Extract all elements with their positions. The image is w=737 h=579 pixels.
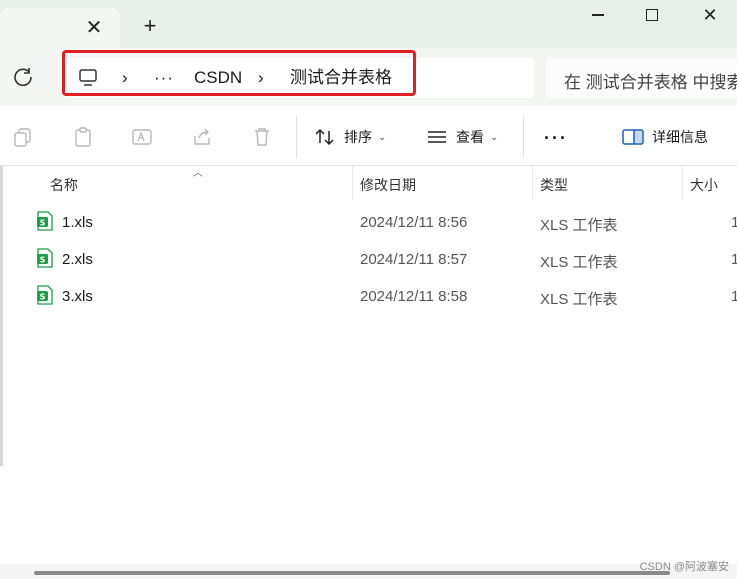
delete-icon[interactable]	[251, 126, 273, 148]
table-row[interactable]: S 2.xls 2024/12/11 8:57 XLS 工作表 1	[0, 241, 737, 277]
watermark: CSDN @阿波塞安	[639, 561, 729, 573]
maximize-button[interactable]	[632, 0, 672, 30]
column-header-size[interactable]: 大小	[690, 175, 718, 195]
computer-icon[interactable]	[78, 69, 98, 87]
column-header-modified[interactable]: 修改日期	[360, 175, 416, 195]
minimize-icon	[592, 14, 604, 16]
more-options-button[interactable]: ···	[544, 128, 568, 149]
maximize-icon	[646, 9, 658, 21]
search-placeholder: 在 测试合并表格 中搜索	[564, 73, 737, 92]
column-header-type[interactable]: 类型	[540, 175, 568, 195]
file-modified: 2024/12/11 8:56	[360, 214, 468, 231]
breadcrumb-separator[interactable]: ›	[122, 68, 128, 88]
sort-icon	[315, 128, 334, 146]
close-window-button[interactable]: ✕	[690, 0, 730, 30]
breadcrumb-overflow[interactable]: ···	[154, 68, 174, 88]
file-size: 1	[731, 288, 737, 305]
sort-button[interactable]: 排序 ⌄	[314, 124, 386, 150]
refresh-icon[interactable]	[12, 66, 34, 88]
sort-ascending-icon: ︿	[193, 168, 203, 179]
file-name: 3.xls	[62, 288, 93, 305]
file-name: 1.xls	[62, 214, 93, 231]
file-size: 1	[731, 214, 737, 231]
file-type: XLS 工作表	[540, 217, 618, 234]
xls-file-icon: S	[37, 211, 53, 231]
details-button[interactable]: 详细信息	[622, 124, 708, 150]
paste-icon[interactable]	[72, 126, 94, 148]
rename-icon[interactable]	[131, 126, 153, 148]
table-row[interactable]: S 3.xls 2024/12/11 8:58 XLS 工作表 1	[0, 278, 737, 314]
toolbar-divider	[523, 116, 524, 158]
horizontal-scrollbar[interactable]	[0, 564, 737, 579]
tab-close-button[interactable]: ✕	[84, 18, 104, 38]
view-label: 查看	[456, 129, 484, 145]
file-modified: 2024/12/11 8:58	[360, 288, 468, 305]
chevron-down-icon: ⌄	[378, 131, 387, 143]
breadcrumb-csdn[interactable]: CSDN	[194, 68, 242, 88]
new-tab-button[interactable]: +	[140, 15, 160, 37]
toolbar-divider	[296, 116, 297, 158]
address-bar[interactable]: › ··· CSDN › 测试合并表格	[64, 58, 534, 98]
minimize-button[interactable]	[578, 0, 618, 30]
file-list: ︿ 名称 修改日期 类型 大小 S 1.xls 2024/12/11 8:56 …	[0, 166, 737, 564]
svg-text:S: S	[40, 293, 46, 302]
xls-file-icon: S	[37, 285, 53, 305]
file-size: 1	[731, 251, 737, 268]
chevron-down-icon: ⌄	[490, 131, 499, 143]
tab-active[interactable]: ✕	[0, 8, 120, 48]
copy-icon[interactable]	[12, 126, 34, 148]
breadcrumb-current-folder[interactable]: 测试合并表格	[290, 68, 392, 88]
address-row: › ··· CSDN › 测试合并表格 在 测试合并表格 中搜索	[0, 48, 737, 106]
svg-text:S: S	[40, 256, 46, 265]
title-bar: ✕ + ✕	[0, 0, 737, 48]
svg-text:S: S	[40, 219, 46, 228]
table-row[interactable]: S 1.xls 2024/12/11 8:56 XLS 工作表 1	[0, 204, 737, 240]
column-header-name[interactable]: 名称	[50, 175, 78, 195]
file-name: 2.xls	[62, 251, 93, 268]
file-modified: 2024/12/11 8:57	[360, 251, 468, 268]
column-divider[interactable]	[352, 166, 353, 200]
column-divider[interactable]	[682, 166, 683, 200]
column-header-row: ︿ 名称 修改日期 类型 大小	[0, 166, 737, 200]
xls-file-icon: S	[37, 248, 53, 268]
command-bar: 排序 ⌄ 查看 ⌄ ··· 详细信息	[0, 106, 737, 166]
sort-label: 排序	[344, 129, 372, 145]
breadcrumb-separator[interactable]: ›	[258, 68, 264, 88]
file-type: XLS 工作表	[540, 291, 618, 308]
details-pane-icon	[622, 129, 644, 145]
view-button[interactable]: 查看 ⌄	[426, 124, 498, 150]
search-box[interactable]: 在 测试合并表格 中搜索	[546, 58, 737, 98]
view-icon	[428, 131, 446, 143]
column-divider[interactable]	[532, 166, 533, 200]
scrollbar-thumb[interactable]	[34, 571, 670, 575]
close-icon: ✕	[702, 4, 718, 25]
file-type: XLS 工作表	[540, 254, 618, 271]
details-label: 详细信息	[652, 129, 708, 145]
share-icon[interactable]	[191, 126, 213, 148]
